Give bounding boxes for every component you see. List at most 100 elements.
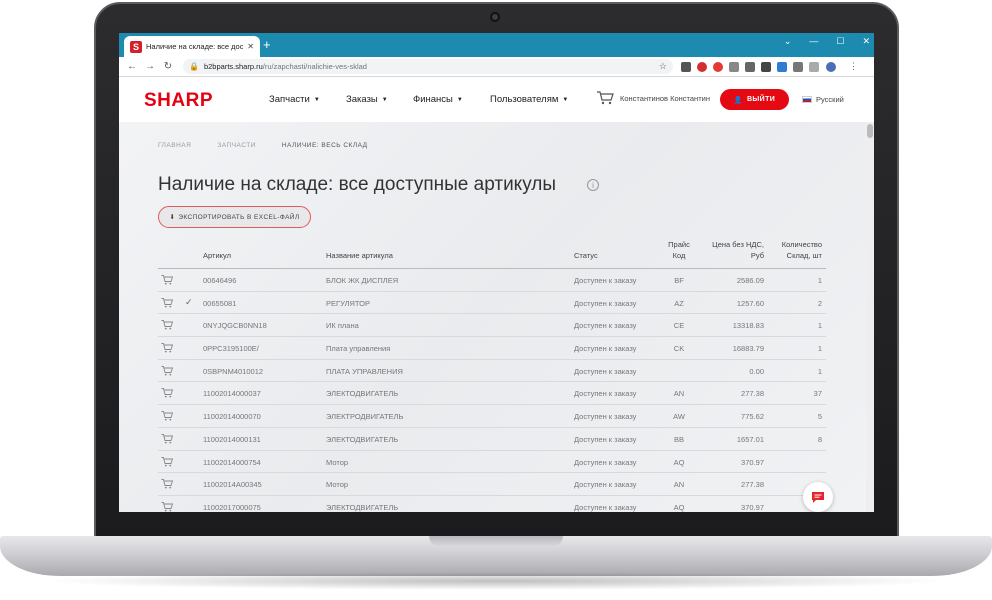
cell-price-code: AN <box>673 480 685 490</box>
add-to-cart-icon[interactable] <box>161 297 173 308</box>
cell-sku[interactable]: 11002014000131 <box>203 435 261 444</box>
cell-sku[interactable]: 11002014000754 <box>203 458 261 467</box>
header-sku[interactable]: Артикул <box>203 250 231 261</box>
add-to-cart-icon[interactable] <box>161 456 173 467</box>
table-row[interactable]: ✓ 00655081 РЕГУЛЯТОР Доступен к заказу AZ 125… <box>158 292 826 315</box>
cell-sku[interactable]: 11002017000075 <box>203 503 261 512</box>
add-to-cart-icon[interactable] <box>161 411 173 421</box>
table-row[interactable]: 11002014A00345 Мотор Доступен к заказу AN 27… <box>158 473 826 496</box>
cell-quantity: 1 <box>817 321 822 331</box>
close-window-button[interactable]: ✕ <box>862 36 870 47</box>
logout-label: ВЫЙТИ <box>746 96 776 103</box>
export-excel-button[interactable]: ⬇ ЭКСПОРТИРОВАТЬ В EXCEL-ФАЙЛ <box>158 206 311 228</box>
extension-icon[interactable] <box>761 61 771 72</box>
user-name[interactable]: Константинов Константин <box>620 94 710 103</box>
cell-sku[interactable]: 0PPC3195100E/ <box>203 344 259 353</box>
header-status[interactable]: Статус <box>574 250 598 261</box>
extension-icon[interactable] <box>777 61 787 72</box>
add-to-cart-icon[interactable] <box>161 433 173 444</box>
nav-users[interactable]: Пользователям ▼ <box>490 94 568 105</box>
forward-arrow-icon[interactable]: → <box>145 61 155 72</box>
cart-and-user[interactable]: Константинов Константин <box>596 91 710 105</box>
table-row[interactable]: 11002014000037 ЭЛЕКТОДВИГАТЕЛЬ Доступен к … <box>158 382 826 406</box>
profile-avatar[interactable] <box>825 60 837 73</box>
table-row[interactable]: 11002014000070 ЭЛЕКТРОДВИГАТЕЛЬ Доступен к… <box>158 405 826 428</box>
extension-icon[interactable] <box>713 61 723 72</box>
nav-orders[interactable]: Заказы ▼ <box>346 94 388 105</box>
header-price-code[interactable]: Прайс Код <box>668 239 690 261</box>
puzzle-extensions-icon[interactable] <box>793 61 803 72</box>
add-to-cart-icon[interactable] <box>161 365 173 376</box>
table-row[interactable]: 11002014000131 ЭЛЕКТОДВИГАТЕЛЬ Доступен к … <box>158 428 826 451</box>
table-header: Артикул Название артикула Статус Прайс Ко… <box>158 235 826 269</box>
breadcrumb-parts[interactable]: ЗАПЧАСТИ <box>217 142 256 149</box>
cell-price-code: AQ <box>673 502 685 512</box>
screen: S Наличие на складе: все доступн ✕ + ⌄ —… <box>119 33 874 512</box>
logout-button[interactable]: 👤 ВЫЙТИ <box>720 89 789 110</box>
add-to-cart-icon[interactable] <box>161 388 173 398</box>
cell-sku[interactable]: 0SBPNM4010012 <box>203 367 263 376</box>
in-cart-check-icon: ✓ <box>185 296 193 307</box>
cell-name: ПЛАТА УПРАВЛЕНИЯ <box>326 366 403 376</box>
cell-name: Мотор <box>326 457 349 467</box>
tab-search-icon[interactable]: ⌄ <box>784 36 792 47</box>
add-to-cart-icon[interactable] <box>161 343 173 353</box>
close-tab-icon[interactable]: ✕ <box>247 42 254 51</box>
sharp-logo[interactable]: SHARP <box>144 90 213 112</box>
header-price-code-line1: Прайс <box>668 240 690 249</box>
bookmark-star-icon[interactable]: ☆ <box>659 61 667 72</box>
add-to-cart-icon[interactable] <box>161 501 173 512</box>
cell-sku[interactable]: 0NYJQGCB0NN18 <box>203 321 267 330</box>
export-label: ЭКСПОРТИРОВАТЬ В EXCEL-ФАЙЛ <box>178 213 300 221</box>
header-name[interactable]: Название артикула <box>326 250 393 261</box>
browser-menu-icon[interactable]: ⋮ <box>849 61 858 72</box>
cell-status: Доступен к заказу <box>574 366 637 376</box>
table-row[interactable]: 0SBPNM4010012 ПЛАТА УПРАВЛЕНИЯ Доступен к … <box>158 360 826 383</box>
cell-sku[interactable]: 11002014A00345 <box>203 480 262 489</box>
info-icon[interactable]: i <box>587 179 599 191</box>
cell-price-code: AQ <box>673 457 685 467</box>
header-quantity[interactable]: Количество Склад, шт <box>766 239 822 261</box>
page-scrollbar[interactable] <box>866 122 874 512</box>
extension-icon[interactable] <box>681 61 691 72</box>
table-row[interactable]: 0NYJQGCB0NN18 ИК плана Доступен к заказу CE… <box>158 314 826 338</box>
scrollbar-thumb[interactable] <box>867 124 873 138</box>
header-net-price[interactable]: Цена без НДС, Руб <box>706 239 764 261</box>
minimize-button[interactable]: — <box>809 36 818 47</box>
lock-icon[interactable]: 🔒 <box>189 62 199 71</box>
maximize-button[interactable]: ☐ <box>836 36 844 47</box>
table-row[interactable]: 11002017000075 ЭЛЕКТОДВИГАТЕЛЬ Доступен к … <box>158 496 826 512</box>
cell-sku[interactable]: 00646496 <box>203 276 236 285</box>
chat-bubble-icon <box>812 491 824 503</box>
table-row[interactable]: 00646496 БЛОК ЖК ДИСПЛЕЯ Доступен к заказу… <box>158 269 826 292</box>
cell-price-code: CK <box>673 344 685 354</box>
chat-button[interactable] <box>803 482 833 512</box>
browser-tab[interactable]: S Наличие на складе: все доступн ✕ <box>124 36 260 57</box>
reload-icon[interactable]: ↻ <box>163 61 173 72</box>
add-to-cart-icon[interactable] <box>161 479 173 489</box>
cart-icon[interactable] <box>596 91 614 105</box>
address-bar[interactable]: 🔒 b2bparts.sharp.ru/ru/zapchasti/nalichi… <box>183 59 673 74</box>
table-row[interactable]: 0PPC3195100E/Плата управления Доступен к … <box>158 337 826 360</box>
back-arrow-icon[interactable]: ← <box>127 61 137 72</box>
linkedin-extension-icon[interactable] <box>745 61 755 72</box>
cell-sku[interactable]: 11002014000070 <box>203 412 261 421</box>
language-selector[interactable]: Русский <box>802 95 844 104</box>
add-to-cart-icon[interactable] <box>161 275 173 285</box>
nav-finance[interactable]: Финансы ▼ <box>413 94 463 105</box>
cell-sku[interactable]: 00655081 <box>203 299 236 308</box>
cell-net-price: 13318.83 <box>732 321 764 331</box>
nav-spare-parts[interactable]: Запчасти ▼ <box>269 94 320 105</box>
cell-quantity: 1 <box>817 366 822 376</box>
new-tab-button[interactable]: + <box>263 38 271 52</box>
cell-net-price: 370.97 <box>741 457 764 467</box>
add-to-cart-icon[interactable] <box>161 320 173 330</box>
breadcrumb-home[interactable]: ГЛАВНАЯ <box>158 142 191 149</box>
russian-flag-icon <box>802 96 812 103</box>
extension-icon[interactable] <box>729 61 739 72</box>
cell-sku[interactable]: 11002014000037 <box>203 389 261 398</box>
extension-icon[interactable] <box>697 61 707 72</box>
cell-quantity: 37 <box>813 389 822 399</box>
music-extension-icon[interactable] <box>809 61 819 72</box>
table-row[interactable]: 11002014000754 Мотор Доступен к заказу AQ 37… <box>158 451 826 474</box>
